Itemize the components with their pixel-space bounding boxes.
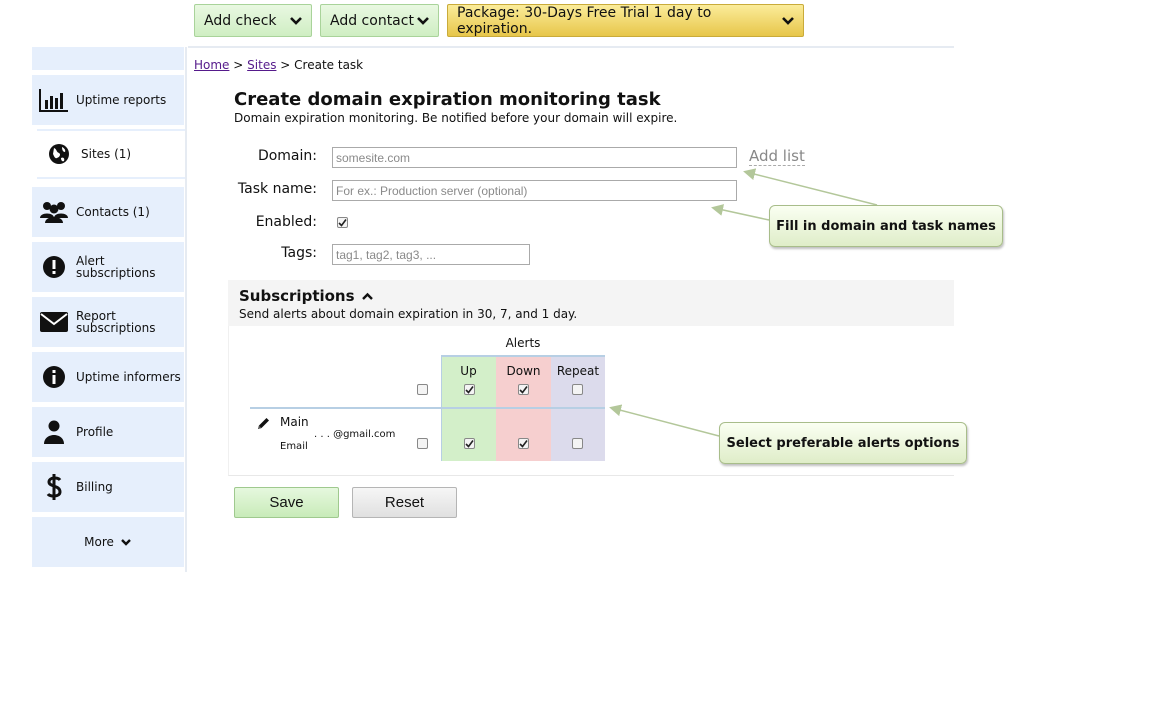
callout-alert-options: Select preferable alerts options xyxy=(719,422,967,464)
save-button[interactable]: Save xyxy=(234,487,339,518)
callout-arrows xyxy=(609,168,878,437)
reset-button[interactable]: Reset xyxy=(352,487,457,518)
callout-fill-names: Fill in domain and task names xyxy=(769,205,1003,247)
